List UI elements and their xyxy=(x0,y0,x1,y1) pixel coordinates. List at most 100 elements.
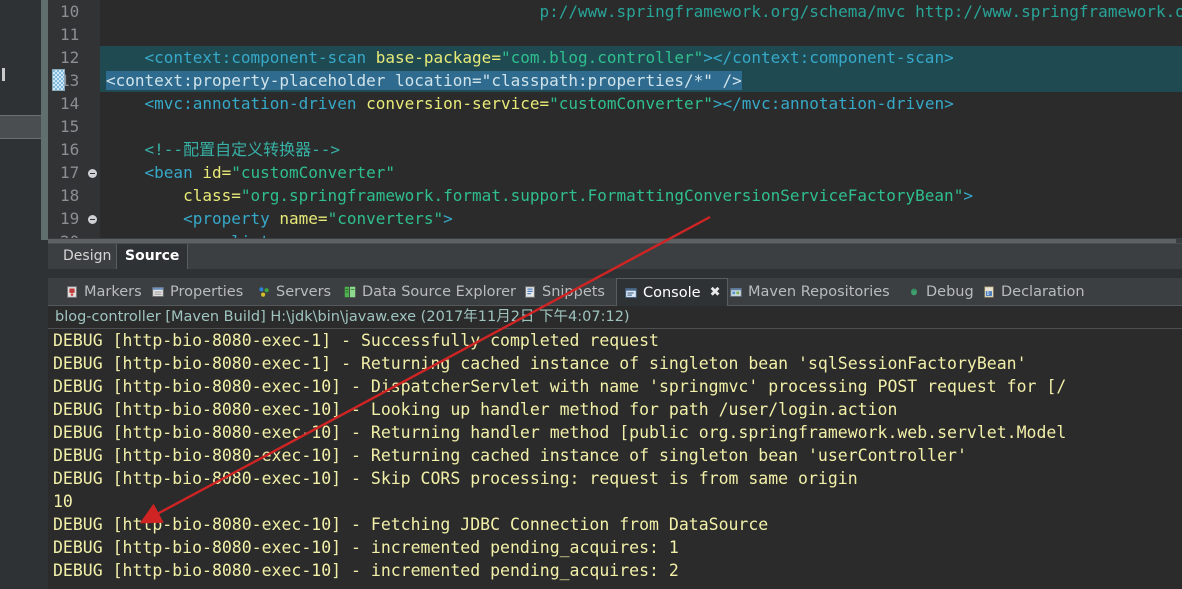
code-token-tag: > xyxy=(963,186,973,205)
gutter-line-16[interactable]: 16 xyxy=(48,138,100,161)
gutter-line-19[interactable]: 19 xyxy=(48,207,100,230)
tab-label: Snippets xyxy=(542,284,605,300)
code-line-19[interactable]: <property name="converters"> xyxy=(100,207,1182,230)
code-line-14[interactable]: <mvc:annotation-driven conversion-servic… xyxy=(100,92,1182,115)
line-number-gutter[interactable]: 1011121314151617181920 xyxy=(48,0,100,238)
debug-icon xyxy=(907,285,921,299)
code-token-str: "org.springframework.format.support.Form… xyxy=(240,186,964,205)
console-line: DEBUG [http-bio-8080-exec-10] - Returnin… xyxy=(53,446,967,465)
code-token-tag: <mvc:annotation-driven xyxy=(106,94,367,113)
console-output[interactable]: DEBUG [http-bio-8080-exec-1] - Successfu… xyxy=(48,329,1182,589)
minimized-view-button[interactable] xyxy=(0,115,46,139)
code-line-18[interactable]: class="org.springframework.format.suppor… xyxy=(100,184,1182,207)
text-caret-icon xyxy=(2,68,5,81)
eclipse-ide-window: 1011121314151617181920 p://www.springfra… xyxy=(0,0,1182,589)
code-line-11[interactable] xyxy=(100,23,1182,46)
editor-left-divider[interactable] xyxy=(41,0,48,240)
code-token-tag: ></mvc:annotation-driven> xyxy=(712,94,954,113)
gutter-line-11[interactable]: 11 xyxy=(48,23,100,46)
gutter-line-14[interactable]: 14 xyxy=(48,92,100,115)
gutter-line-17[interactable]: 17 xyxy=(48,161,100,184)
tab-console[interactable]: Console ✖ xyxy=(616,278,729,306)
view-tabbar: Markers Properties Servers Data Source Expl… xyxy=(48,278,1182,306)
tab-label: Properties xyxy=(170,284,244,300)
tab-properties[interactable]: Properties xyxy=(144,278,250,306)
gutter-line-12[interactable]: 12 xyxy=(48,46,100,69)
console-line: DEBUG [http-bio-8080-exec-10] - Dispatch… xyxy=(53,377,1067,396)
console-view[interactable]: blog-controller [Maven Build] H:\jdk\bin… xyxy=(48,306,1182,589)
svg-text:D: D xyxy=(987,291,990,297)
tab-label: Declaration xyxy=(1001,284,1085,300)
code-line-15[interactable] xyxy=(100,115,1182,138)
code-token-tag: <context:component-scan xyxy=(106,48,376,67)
code-line-20[interactable]: <list> xyxy=(100,230,1182,238)
gutter-line-10[interactable]: 10 xyxy=(48,0,100,23)
console-line: DEBUG [http-bio-8080-exec-10] - Looking … xyxy=(53,400,898,419)
code-token-tag: <bean xyxy=(106,163,203,182)
gutter-line-15[interactable]: 15 xyxy=(48,115,100,138)
code-token-str: "customConverter" xyxy=(549,94,713,113)
code-token-cmt: <!--配置自定义转换器--> xyxy=(106,140,340,159)
gutter-line-18[interactable]: 18 xyxy=(48,184,100,207)
console-launch-header: blog-controller [Maven Build] H:\jdk\bin… xyxy=(48,306,1182,329)
code-line-12[interactable]: <context:component-scan base-package="co… xyxy=(100,46,1182,69)
code-token-attr: base-package= xyxy=(375,48,501,67)
code-token-str: "com.blog.controller" xyxy=(500,48,704,67)
console-line: DEBUG [http-bio-8080-exec-10] - incremen… xyxy=(53,561,679,580)
console-line: 10 xyxy=(53,492,73,511)
code-token-attr: class= xyxy=(106,186,241,205)
console-line: DEBUG [http-bio-8080-exec-1] - Returning… xyxy=(53,354,1027,373)
tab-data-source-explorer[interactable]: Data Source Explorer xyxy=(336,278,523,306)
gutter-line-13[interactable]: 13 xyxy=(48,69,100,92)
code-line-13[interactable]: <context:property-placeholder location="… xyxy=(100,69,1182,92)
tab-snippets[interactable]: Snippets xyxy=(516,278,612,306)
code-token-url: p://www.springframework.org/schema/mvc h… xyxy=(106,2,1182,21)
editor-left-divider-lower xyxy=(41,240,48,272)
tab-label: Debug xyxy=(926,284,974,300)
code-token-tag: > xyxy=(443,209,453,228)
tab-markers[interactable]: Markers xyxy=(58,278,149,306)
code-token-tag: <property xyxy=(106,209,280,228)
servers-icon xyxy=(257,285,271,299)
snippets-icon xyxy=(523,285,537,299)
code-token-tag: ></context:component-scan> xyxy=(703,48,954,67)
code-line-16[interactable]: <!--配置自定义转换器--> xyxy=(100,138,1182,161)
left-rail xyxy=(0,0,46,272)
code-fold-toggle-icon[interactable] xyxy=(88,169,97,178)
code-token-attr: name= xyxy=(279,209,328,228)
code-token-str: "customConverter" xyxy=(231,163,395,182)
maven-repositories-icon xyxy=(729,285,743,299)
code-fold-toggle-icon[interactable] xyxy=(88,215,97,224)
code-token-str: "converters" xyxy=(327,209,444,228)
tab-design[interactable]: Design xyxy=(55,244,119,269)
tab-label: Maven Repositories xyxy=(748,284,890,300)
tab-source[interactable]: Source xyxy=(116,244,189,269)
console-line: DEBUG [http-bio-8080-exec-10] - Fetching… xyxy=(53,515,769,534)
tab-maven-repositories[interactable]: Maven Repositories xyxy=(722,278,897,306)
console-line: DEBUG [http-bio-8080-exec-1] - Successfu… xyxy=(53,331,659,350)
properties-icon xyxy=(151,285,165,299)
code-line-10[interactable]: p://www.springframework.org/schema/mvc h… xyxy=(100,0,1182,23)
gutter-line-20[interactable]: 20 xyxy=(48,230,100,238)
code-token-sel: <context:property-placeholder location="… xyxy=(106,71,742,90)
tab-debug[interactable]: Debug xyxy=(900,278,981,306)
console-line: DEBUG [http-bio-8080-exec-10] - Returnin… xyxy=(53,423,1067,442)
code-token-attr: conversion-service= xyxy=(366,94,550,113)
console-icon xyxy=(624,286,638,300)
tab-label: Markers xyxy=(84,284,142,300)
editor-mode-tabbar: Design Source xyxy=(48,243,1182,269)
code-token-attr: id= xyxy=(202,163,232,182)
tab-label: Servers xyxy=(276,284,332,300)
markers-icon xyxy=(65,285,79,299)
tab-label: Console xyxy=(643,284,701,301)
xml-source-editor[interactable]: 1011121314151617181920 p://www.springfra… xyxy=(48,0,1182,238)
line-selection-marker-icon xyxy=(52,69,65,91)
code-text-area[interactable]: p://www.springframework.org/schema/mvc h… xyxy=(100,0,1182,238)
declaration-icon: D xyxy=(982,285,996,299)
tab-servers[interactable]: Servers xyxy=(250,278,338,306)
tab-label: Data Source Explorer xyxy=(362,284,517,300)
console-line: DEBUG [http-bio-8080-exec-10] - incremen… xyxy=(53,538,679,557)
tab-declaration[interactable]: D Declaration xyxy=(975,278,1092,306)
code-line-17[interactable]: <bean id="customConverter" xyxy=(100,161,1182,184)
close-icon[interactable]: ✖ xyxy=(710,285,721,300)
